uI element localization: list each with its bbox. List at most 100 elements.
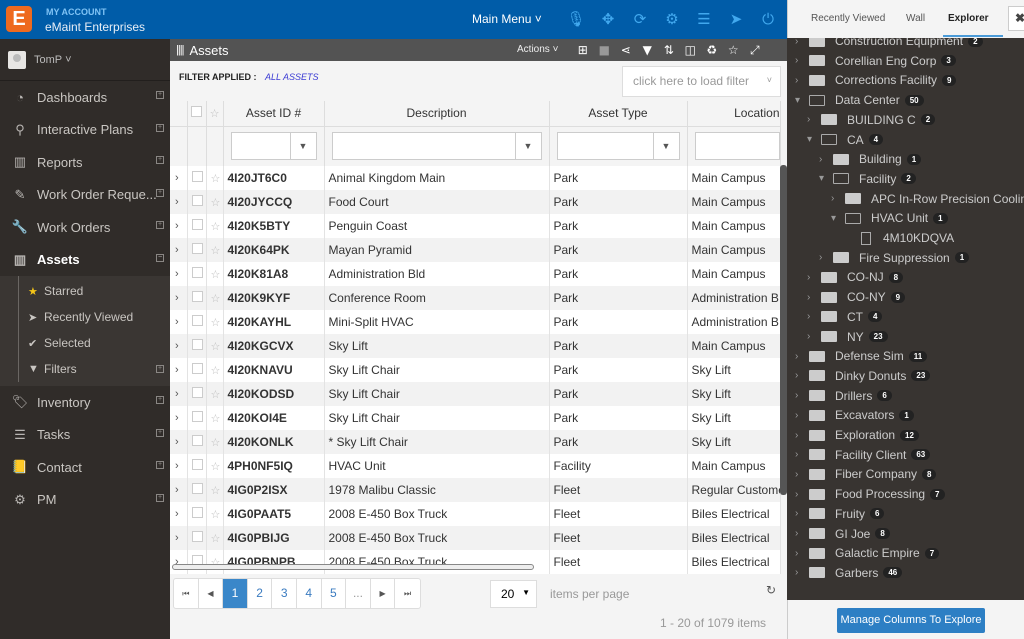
tree-node[interactable]: ▾ HVAC Unit 1 [831, 208, 948, 228]
table-row[interactable]: › ☆ 4IG0PBNPB 2008 E-450 Box Truck Fleet Bile… [170, 550, 781, 574]
expand-arrow-icon[interactable]: › [819, 154, 833, 165]
tree-node[interactable]: › Fire Suppression 1 [819, 248, 970, 268]
sidebar-item-tasks[interactable]: ☰ Tasks + [0, 419, 170, 452]
submenu-item-starred[interactable]: ★ Starred [0, 278, 170, 304]
select-all-icon[interactable]: ■ [594, 40, 616, 60]
tree-node[interactable]: ▾ CA 4 [807, 130, 884, 150]
select-all-checkbox[interactable] [187, 101, 207, 127]
row-checkbox[interactable] [187, 478, 207, 502]
row-star-icon[interactable]: ☆ [206, 190, 224, 214]
row-star-icon[interactable]: ☆ [206, 382, 224, 406]
refresh-icon[interactable]: ⟳ [624, 8, 656, 30]
sidebar-item-interactive-plans[interactable]: ⚲ Interactive Plans + [0, 114, 170, 147]
tree-node[interactable]: › CO-NY 9 [807, 287, 906, 307]
collapse-arrow-icon[interactable]: ▾ [795, 95, 809, 106]
close-explorer-button[interactable]: ✖ [1008, 6, 1024, 31]
page-3-button[interactable]: 3 [272, 579, 297, 608]
tree-node[interactable]: › Corellian Eng Corp 3 [795, 51, 956, 71]
tree-node[interactable]: › Fiber Company 8 [795, 464, 937, 484]
expand-arrow-icon[interactable]: › [795, 38, 809, 47]
expand-row-icon[interactable]: › [170, 406, 188, 430]
asset-id-link[interactable]: 4I20KOI4E [223, 406, 325, 430]
tree-node[interactable]: › Excavators 1 [795, 405, 914, 425]
power-icon[interactable]: ⏻ [752, 8, 784, 30]
filter-icon[interactable]: ▼ [637, 40, 659, 60]
row-star-icon[interactable]: ☆ [206, 550, 224, 574]
expand-row-icon[interactable]: › [170, 430, 188, 454]
row-checkbox[interactable] [187, 358, 207, 382]
expand-arrow-icon[interactable]: › [819, 252, 833, 263]
expand-row-icon[interactable]: › [170, 478, 188, 502]
first-page-button[interactable]: ⏮ [174, 579, 199, 608]
collapse-arrow-icon[interactable]: ▾ [807, 134, 821, 145]
star-icon[interactable]: ☆ [723, 40, 745, 60]
recycle-icon[interactable]: ♻ [701, 40, 723, 60]
tree-node[interactable]: › APC In-Row Precision Cooling [831, 189, 1024, 209]
filter-icon[interactable]: ▼ [514, 133, 541, 160]
expand-arrow-icon[interactable]: › [795, 528, 809, 539]
expand-arrow-icon[interactable]: › [795, 410, 809, 421]
row-star-icon[interactable]: ☆ [206, 238, 224, 262]
row-star-icon[interactable]: ☆ [206, 478, 224, 502]
gear-icon[interactable]: ⚙ [656, 8, 688, 30]
expand-arrow-icon[interactable]: › [795, 469, 809, 480]
vertical-scrollbar[interactable] [780, 165, 787, 495]
tree-node[interactable]: › CT 4 [807, 307, 883, 327]
asset-id-link[interactable]: 4I20KONLK [223, 430, 325, 454]
tree-node[interactable]: › Exploration 12 [795, 425, 919, 445]
asset-id-link[interactable]: 4I20JYCCQ [223, 190, 325, 214]
row-checkbox[interactable] [187, 166, 207, 190]
row-star-icon[interactable]: ☆ [206, 262, 224, 286]
actions-dropdown[interactable]: Actions ˅ [517, 44, 558, 55]
sidebar-item-reports[interactable]: ▥ Reports + [0, 146, 170, 179]
tree-node[interactable]: › CO-NJ 8 [807, 267, 904, 287]
collapse-icon[interactable]: − [156, 253, 164, 262]
expand-row-icon[interactable]: › [170, 550, 188, 574]
table-row[interactable]: › ☆ 4I20KONLK * Sky Lift Chair Park Sky Lift [170, 430, 781, 454]
expand-row-icon[interactable]: › [170, 262, 188, 286]
last-page-button[interactable]: ⏭ [395, 579, 420, 608]
expand-icon[interactable]: + [156, 91, 164, 99]
next-page-button[interactable]: ▶ [371, 579, 396, 608]
row-checkbox[interactable] [187, 262, 207, 286]
tree-node[interactable]: › BUILDING C 2 [807, 110, 936, 130]
expand-icon[interactable]: + [156, 365, 164, 373]
fullscreen-icon[interactable]: ⤢ [744, 40, 766, 60]
tree-node[interactable]: › Food Processing 7 [795, 484, 945, 504]
row-checkbox[interactable] [187, 454, 207, 478]
sidebar-item-inventory[interactable]: 🏷 Inventory + [0, 386, 170, 419]
expand-icon[interactable]: + [156, 221, 164, 229]
asset-id-link[interactable]: 4I20K81A8 [223, 262, 325, 286]
main-menu-dropdown[interactable]: Main Menu ˅ [472, 12, 542, 26]
expand-arrow-icon[interactable]: › [795, 55, 809, 66]
asset-id-link[interactable]: 4I20KGCVX [223, 334, 325, 358]
page-1-button[interactable]: 1 [223, 579, 248, 608]
menu-icon[interactable]: ☰ [688, 8, 720, 30]
expand-arrow-icon[interactable]: › [807, 311, 821, 322]
sidebar-item-contact[interactable]: 📒 Contact + [0, 451, 170, 484]
row-star-icon[interactable]: ☆ [206, 358, 224, 382]
expand-arrow-icon[interactable]: › [795, 567, 809, 578]
row-checkbox[interactable] [187, 190, 207, 214]
row-checkbox[interactable] [187, 502, 207, 526]
tree-node[interactable]: › Drillers 6 [795, 386, 892, 406]
page-2-button[interactable]: 2 [248, 579, 273, 608]
expand-icon[interactable]: + [156, 493, 164, 502]
share-icon[interactable]: ⋖ [615, 40, 637, 60]
table-row[interactable]: › ☆ 4PH0NF5IQ HVAC Unit Facility Main Campus [170, 454, 781, 478]
table-row[interactable]: › ☆ 4IG0PBIJG 2008 E-450 Box Truck Fleet Bile… [170, 526, 781, 550]
row-checkbox[interactable] [187, 526, 207, 550]
row-checkbox[interactable] [187, 382, 207, 406]
row-star-icon[interactable]: ☆ [206, 166, 224, 190]
tree-node[interactable]: › Building 1 [819, 149, 922, 169]
expand-icon[interactable]: + [156, 188, 164, 197]
expand-arrow-icon[interactable]: › [795, 75, 809, 86]
column-header-asset-type[interactable]: Asset Type [549, 101, 688, 127]
asset-id-link[interactable]: 4PH0NF5IQ [223, 454, 325, 478]
submenu-item-filters[interactable]: ▼ Filters + [0, 356, 170, 382]
navigate-icon[interactable]: ➤ [720, 8, 752, 30]
filter-icon[interactable]: ▼ [289, 133, 316, 160]
expand-icon[interactable]: + [156, 123, 164, 132]
row-star-icon[interactable]: ☆ [206, 526, 224, 550]
page-5-button[interactable]: 5 [322, 579, 347, 608]
